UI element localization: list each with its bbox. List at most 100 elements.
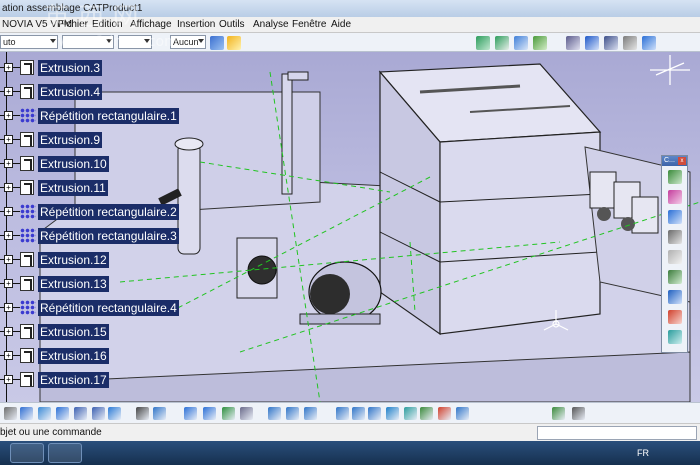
menu-fenetre[interactable]: Fenêtre bbox=[292, 17, 326, 33]
expand-icon[interactable]: + bbox=[4, 135, 13, 144]
menu-aide[interactable]: Aide bbox=[331, 17, 351, 33]
expand-icon[interactable]: + bbox=[4, 87, 13, 96]
camera-icon[interactable] bbox=[552, 407, 565, 420]
line-weight-combo[interactable] bbox=[62, 35, 114, 49]
chevron-down-icon bbox=[50, 39, 56, 43]
normal-view-icon[interactable] bbox=[368, 407, 381, 420]
material-combo-value: Aucun bbox=[173, 37, 199, 47]
expand-icon[interactable]: + bbox=[4, 63, 13, 72]
expand-icon[interactable]: + bbox=[4, 327, 13, 336]
chevron-down-icon bbox=[106, 39, 112, 43]
table-icon[interactable] bbox=[184, 407, 197, 420]
line-type-combo[interactable]: uto bbox=[0, 35, 58, 49]
tree-item-label: Extrusion.15 bbox=[38, 324, 109, 340]
part-icon[interactable] bbox=[495, 36, 509, 50]
expand-icon[interactable]: + bbox=[4, 159, 13, 168]
render-icon[interactable] bbox=[404, 407, 417, 420]
assembly-icon[interactable] bbox=[476, 36, 490, 50]
tree-item-label: Extrusion.4 bbox=[38, 84, 103, 100]
extrusion-icon bbox=[20, 348, 34, 363]
expand-icon[interactable]: + bbox=[4, 279, 13, 288]
hide-show-icon[interactable] bbox=[642, 36, 656, 50]
grid-icon[interactable] bbox=[572, 407, 585, 420]
taskbar-explorer-button[interactable] bbox=[10, 443, 44, 463]
pan-icon[interactable] bbox=[286, 407, 299, 420]
rotate-icon[interactable] bbox=[304, 407, 317, 420]
close-icon[interactable]: x bbox=[678, 157, 686, 165]
tree-item-label: Extrusion.16 bbox=[38, 348, 109, 364]
tree-item-label: Répétition rectangulaire.1 bbox=[38, 108, 179, 124]
normal-view-icon[interactable] bbox=[623, 36, 637, 50]
catalog-icon[interactable] bbox=[222, 407, 235, 420]
fit-all-icon[interactable] bbox=[268, 407, 281, 420]
component-icon[interactable] bbox=[533, 36, 547, 50]
menu-edition[interactable]: Edition bbox=[92, 17, 123, 33]
product-icon[interactable] bbox=[514, 36, 528, 50]
format-painter-icon[interactable] bbox=[210, 36, 224, 50]
menu-analyse[interactable]: Analyse bbox=[253, 17, 289, 33]
menu-insertion[interactable]: Insertion bbox=[177, 17, 215, 33]
swap-icon[interactable] bbox=[438, 407, 451, 420]
motor-fan bbox=[310, 274, 350, 314]
language-indicator[interactable]: FR bbox=[637, 441, 649, 465]
formula-icon[interactable] bbox=[136, 407, 149, 420]
expand-icon[interactable]: + bbox=[4, 111, 13, 120]
sketcher-icon[interactable] bbox=[668, 170, 682, 184]
tool-palette[interactable]: C... x bbox=[661, 155, 688, 353]
menu-fichier[interactable]: Fichier bbox=[58, 17, 88, 33]
constraint-icon[interactable] bbox=[668, 270, 682, 284]
fly-mode-icon[interactable] bbox=[585, 36, 599, 50]
expand-icon[interactable]: + bbox=[4, 375, 13, 384]
extrusion-icon bbox=[20, 156, 34, 171]
expand-icon[interactable]: + bbox=[4, 231, 13, 240]
tree-icon[interactable] bbox=[203, 407, 216, 420]
material-combo[interactable]: Aucun bbox=[170, 35, 206, 49]
paste-icon[interactable] bbox=[56, 407, 69, 420]
tree-trunk-line bbox=[6, 52, 7, 402]
expand-icon[interactable]: + bbox=[4, 303, 13, 312]
3d-viewport[interactable]: + Extrusion.3 + Extrusion.4 + Répétition rect… bbox=[0, 52, 700, 402]
expand-icon[interactable]: + bbox=[4, 207, 13, 216]
render-icon[interactable] bbox=[668, 330, 682, 344]
tree-item-label: Extrusion.9 bbox=[38, 132, 103, 148]
axis-system-icon[interactable] bbox=[566, 36, 580, 50]
extrusion-icon bbox=[20, 372, 34, 387]
line-type-combo-value: uto bbox=[3, 37, 16, 47]
measure-icon[interactable] bbox=[668, 210, 682, 224]
tank-front bbox=[439, 131, 601, 335]
clash-icon[interactable] bbox=[668, 310, 682, 324]
view-icon[interactable] bbox=[386, 407, 399, 420]
extrusion-icon bbox=[20, 324, 34, 339]
extrusion-icon bbox=[20, 84, 34, 99]
zoom-in-icon[interactable] bbox=[336, 407, 349, 420]
command-input[interactable] bbox=[537, 426, 697, 440]
copy-icon[interactable] bbox=[38, 407, 51, 420]
layer-combo[interactable] bbox=[118, 35, 152, 49]
help-icon[interactable] bbox=[108, 407, 121, 420]
taskbar-media-button[interactable] bbox=[48, 443, 82, 463]
print-icon[interactable] bbox=[4, 407, 17, 420]
zoom-icon[interactable] bbox=[604, 36, 618, 50]
zoom-out-icon[interactable] bbox=[352, 407, 365, 420]
menu-outils[interactable]: Outils bbox=[219, 17, 245, 33]
knowledge-icon[interactable] bbox=[153, 407, 166, 420]
compass-icon[interactable] bbox=[240, 407, 253, 420]
hide-icon[interactable] bbox=[420, 407, 433, 420]
manipulate-icon[interactable] bbox=[668, 250, 682, 264]
update-icon[interactable] bbox=[668, 290, 682, 304]
undo-icon[interactable] bbox=[74, 407, 87, 420]
material-icon[interactable] bbox=[668, 190, 682, 204]
tree-item-label: Répétition rectangulaire.2 bbox=[38, 204, 179, 220]
redo-icon[interactable] bbox=[92, 407, 105, 420]
rectangular-pattern-icon bbox=[20, 108, 36, 123]
expand-icon[interactable]: + bbox=[4, 255, 13, 264]
snapshot-icon[interactable] bbox=[456, 407, 469, 420]
paint-brush-icon[interactable] bbox=[227, 36, 241, 50]
menu-affichage[interactable]: Affichage bbox=[130, 17, 172, 33]
expand-icon[interactable]: + bbox=[4, 183, 13, 192]
expand-icon[interactable]: + bbox=[4, 351, 13, 360]
tree-item-label: Extrusion.11 bbox=[38, 180, 108, 196]
cut-icon[interactable] bbox=[20, 407, 33, 420]
valve-knob-2 bbox=[621, 217, 635, 231]
snap-icon[interactable] bbox=[668, 230, 682, 244]
